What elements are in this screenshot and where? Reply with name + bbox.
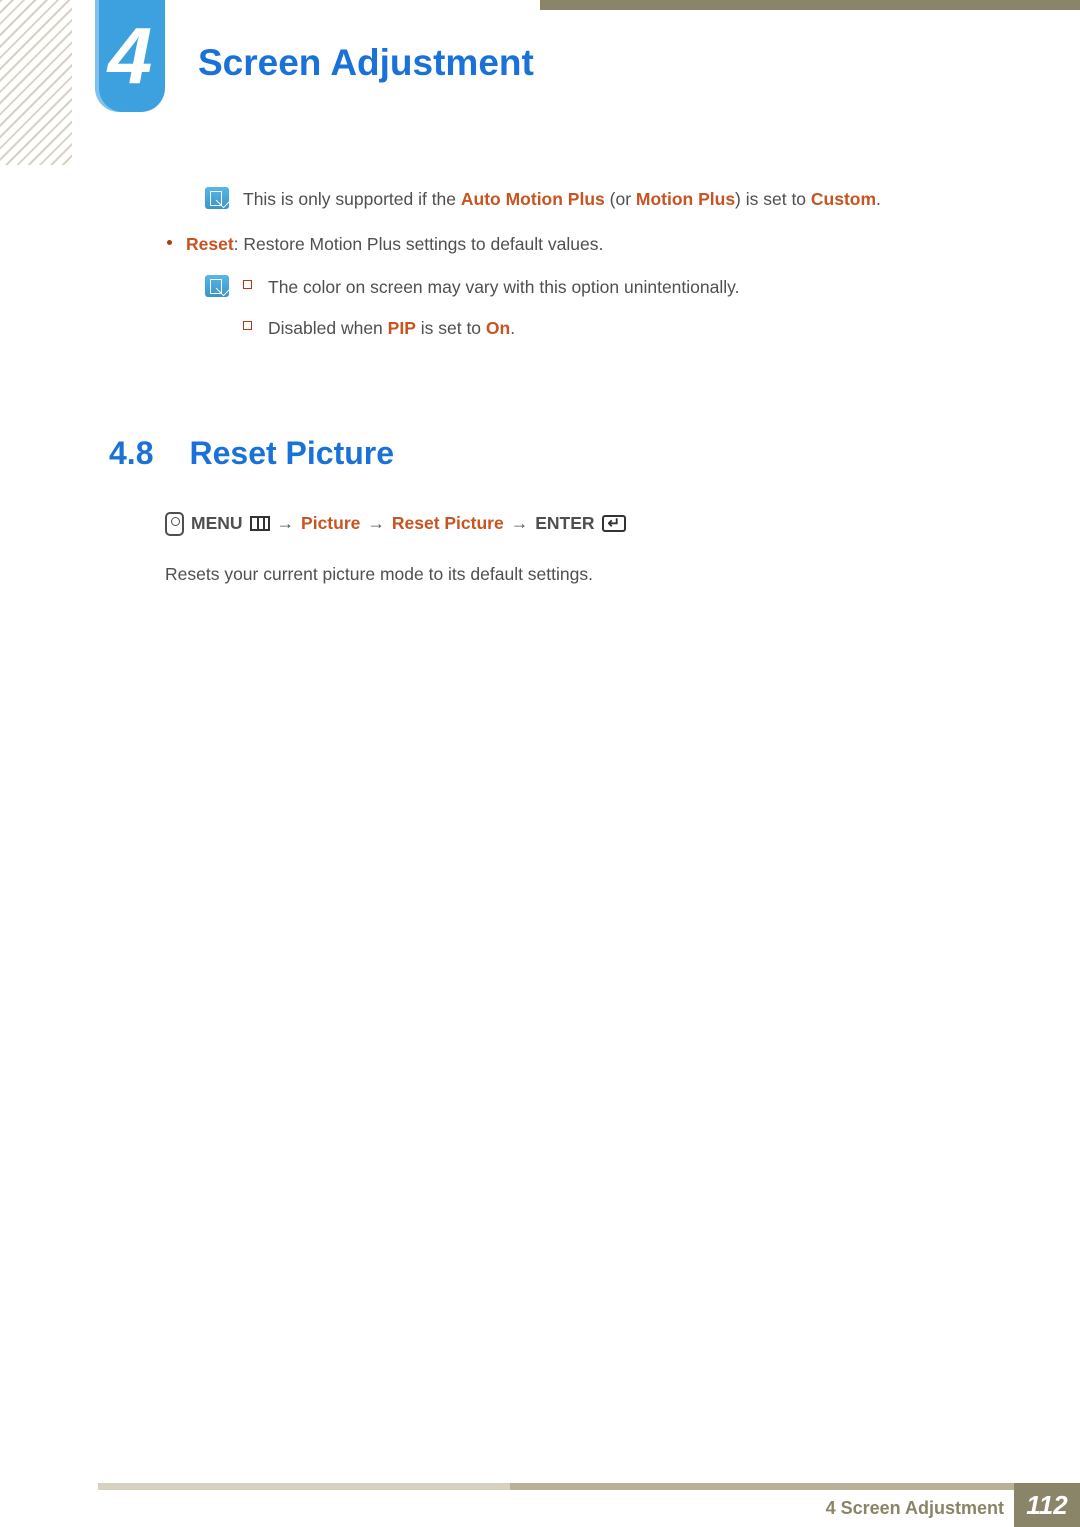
text: is set to — [416, 318, 486, 338]
note-icon — [205, 187, 229, 209]
bullet-text: Reset: Restore Motion Plus settings to d… — [186, 231, 603, 258]
keyword: On — [486, 318, 510, 338]
bullet-dot-icon — [167, 240, 172, 245]
section-heading: 4.8 Reset Picture — [109, 435, 975, 472]
note-icon — [205, 275, 229, 297]
decorative-stripe — [0, 0, 72, 165]
section-number: 4.8 — [109, 435, 153, 472]
menu-label: MENU — [191, 513, 243, 534]
section-description: Resets your current picture mode to its … — [165, 564, 975, 585]
text: : Restore Motion Plus settings to defaul… — [234, 234, 604, 254]
menu-step: Picture — [301, 513, 360, 534]
text: Disabled when — [268, 318, 388, 338]
square-bullet-icon — [243, 280, 252, 289]
footer-chapter-label: 4 Screen Adjustment — [826, 1498, 1004, 1519]
text: . — [510, 318, 515, 338]
keyword: Motion Plus — [636, 189, 735, 209]
info-note-1: This is only supported if the Auto Motio… — [205, 186, 975, 213]
keyword: PIP — [388, 318, 416, 338]
subnote-a: The color on screen may vary with this o… — [268, 274, 739, 301]
menu-path: MENU → Picture → Reset Picture → ENTER — [165, 512, 975, 536]
text: . — [876, 189, 881, 209]
menu-button-icon — [250, 516, 270, 531]
keyword: Auto Motion Plus — [461, 189, 605, 209]
keyword: Custom — [811, 189, 876, 209]
remote-icon — [165, 512, 184, 536]
text: ) is set to — [735, 189, 811, 209]
text: (or — [605, 189, 636, 209]
footer-decorative-bar — [98, 1483, 1080, 1490]
arrow-icon: → — [367, 513, 385, 534]
page-footer: 4 Screen Adjustment 112 — [0, 1483, 1080, 1527]
note-text: This is only supported if the Auto Motio… — [243, 186, 881, 213]
text: This is only supported if the — [243, 189, 461, 209]
enter-label: ENTER — [535, 513, 594, 534]
menu-step: Reset Picture — [392, 513, 504, 534]
page-content: This is only supported if the Auto Motio… — [165, 186, 975, 602]
decorative-top-bar — [540, 0, 1080, 10]
page-number: 112 — [1014, 1483, 1080, 1527]
square-bullet-icon — [243, 321, 252, 330]
chapter-title: Screen Adjustment — [198, 42, 534, 84]
keyword: Reset — [186, 234, 234, 254]
subnote-b: Disabled when PIP is set to On. — [268, 315, 515, 342]
arrow-icon: → — [277, 513, 295, 534]
section-title: Reset Picture — [189, 435, 394, 472]
arrow-icon: → — [511, 513, 529, 534]
sub-notes-block: The color on screen may vary with this o… — [205, 274, 975, 356]
chapter-number-tab: 4 — [95, 0, 165, 112]
bullet-reset: Reset: Restore Motion Plus settings to d… — [167, 231, 975, 258]
enter-button-icon — [602, 515, 626, 532]
